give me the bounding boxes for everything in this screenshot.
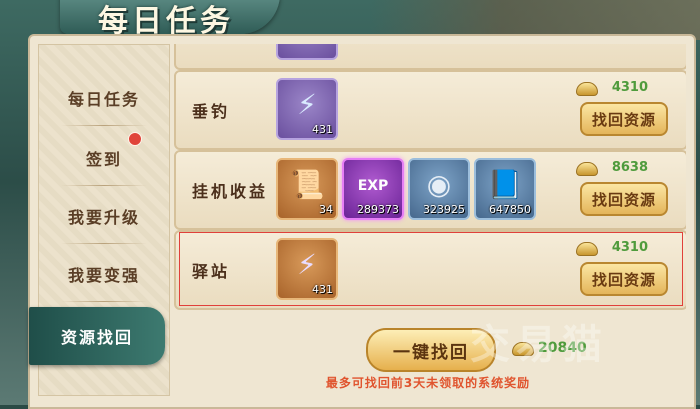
tab-sign-in[interactable]: 签到 — [39, 129, 169, 187]
tab-divider — [61, 185, 147, 186]
tab-daily-tasks[interactable]: 每日任务 — [39, 69, 169, 127]
watermark: 交易猫 — [470, 322, 608, 368]
tab-resource-recovery[interactable]: 资源找回 — [29, 307, 165, 365]
tab-divider — [61, 125, 147, 126]
coin-icon[interactable]: ◉ 323925 — [408, 158, 470, 220]
recover-button[interactable]: 找回资源 — [580, 102, 668, 136]
notification-dot — [128, 132, 142, 146]
recovery-list[interactable]: 垂钓 ⚡ 431 4310 找回资源 挂机收益 📜 34 EXP 289373 … — [170, 44, 686, 314]
item-count: 647850 — [489, 203, 531, 216]
lightning-scroll-icon[interactable]: ⚡ 431 — [276, 238, 338, 300]
list-item-post-station: 驿站 ⚡ 431 4310 找回资源 — [174, 230, 686, 310]
item-count: 431 — [312, 123, 333, 136]
gold-ingot-icon — [576, 162, 598, 176]
item-count: 323925 — [423, 203, 465, 216]
recover-button[interactable]: 找回资源 — [580, 262, 668, 296]
sidebar: 每日任务 签到 我要升级 我要变强 资源找回 — [29, 44, 170, 396]
talisman-icon[interactable]: 📜 34 — [276, 158, 338, 220]
tab-level-up[interactable]: 我要升级 — [39, 187, 169, 245]
list-item-partial — [174, 44, 686, 70]
item-count: 289373 — [357, 203, 399, 216]
recovery-note: 最多可找回前3天未领取的系统奖励 — [325, 376, 531, 390]
scroll-icon[interactable]: 📘 647850 — [474, 158, 536, 220]
item-count: 431 — [312, 283, 333, 296]
lightning-scroll-icon[interactable]: ⚡ 431 — [276, 78, 338, 140]
item-slot — [276, 44, 338, 60]
row-title: 垂钓 — [192, 102, 231, 121]
tab-divider — [61, 243, 147, 244]
cost-value: 4310 — [611, 80, 648, 95]
recover-button[interactable]: 找回资源 — [580, 182, 668, 216]
item-count: 34 — [319, 203, 333, 216]
cost-value: 8638 — [611, 160, 648, 175]
exp-orb-icon[interactable]: EXP 289373 — [342, 158, 404, 220]
list-item-fishing: 垂钓 ⚡ 431 4310 找回资源 — [174, 70, 686, 150]
gold-ingot-icon — [576, 82, 598, 96]
row-title: 挂机收益 — [192, 182, 269, 201]
footer: 一键找回 20840 最多可找回前3天未领取的系统奖励 — [170, 314, 686, 400]
tab-get-stronger[interactable]: 我要变强 — [39, 245, 169, 303]
list-item-idle-income: 挂机收益 📜 34 EXP 289373 ◉ 323925 📘 647850 8… — [174, 150, 686, 230]
gold-ingot-icon — [576, 242, 598, 256]
tab-divider — [61, 301, 147, 302]
row-title: 驿站 — [192, 262, 231, 281]
cost-value: 4310 — [611, 240, 648, 255]
